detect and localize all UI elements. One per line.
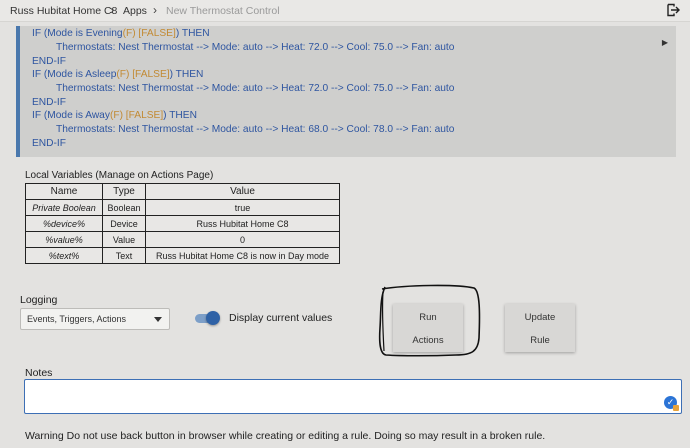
column-header-value: Value — [145, 183, 340, 200]
notes-textarea[interactable] — [24, 379, 682, 414]
variable-type: Boolean — [102, 199, 146, 216]
action-endif-line: END-IF — [32, 56, 66, 67]
run-actions-label-line2: Actions — [412, 335, 444, 346]
variable-type: Device — [102, 215, 146, 232]
action-if-line: IF (Mode is Evening(F) [FALSE]) THEN — [32, 28, 210, 39]
variable-value: 0 — [145, 231, 340, 248]
action-detail-line: Thermostats: Nest Thermostat --> Mode: a… — [56, 124, 455, 135]
variable-name: Private Boolean — [25, 199, 103, 216]
top-bar: Russ Hubitat Home C8 › Apps › New Thermo… — [0, 0, 690, 22]
update-rule-label-line2: Rule — [530, 335, 550, 346]
chevron-right-icon: › — [110, 3, 114, 17]
variable-value: Russ Hubitat Home C8 is now in Day mode — [145, 247, 340, 264]
variable-value: Russ Hubitat Home C8 — [145, 215, 340, 232]
display-current-values-toggle[interactable] — [195, 311, 220, 325]
variable-name: %text% — [25, 247, 103, 264]
display-current-values-label: Display current values — [229, 312, 333, 324]
column-header-type: Type — [102, 183, 146, 200]
notes-label: Notes — [25, 367, 53, 379]
variable-value: true — [145, 199, 340, 216]
table-header-row: Name Type Value — [25, 183, 340, 200]
local-variables-table: Name Type Value Private Boolean Boolean … — [25, 183, 340, 264]
breadcrumb-hub[interactable]: Russ Hubitat Home C8 — [10, 5, 117, 17]
action-detail-line: Thermostats: Nest Thermostat --> Mode: a… — [56, 42, 455, 53]
column-header-name: Name — [25, 183, 103, 200]
variable-name: %value% — [25, 231, 103, 248]
toggle-knob — [206, 311, 220, 325]
run-actions-label-line1: Run — [419, 312, 437, 323]
action-endif-line: END-IF — [32, 138, 66, 149]
warning-text: Do not use back button in browser while … — [66, 430, 546, 442]
local-variables-title: Local Variables (Manage on Actions Page) — [25, 170, 214, 181]
breadcrumb-current: New Thermostat Control — [166, 5, 280, 17]
table-row: Private Boolean Boolean true — [25, 199, 340, 216]
caret-down-icon — [154, 317, 162, 322]
action-if-line: IF (Mode is Away(F) [FALSE]) THEN — [32, 110, 197, 121]
expand-arrow-icon[interactable]: ▶ — [662, 38, 668, 47]
logging-selected-value: Events, Triggers, Actions — [27, 314, 127, 324]
logout-icon[interactable] — [666, 3, 680, 17]
action-detail-line: Thermostats: Nest Thermostat --> Mode: a… — [56, 83, 455, 94]
logging-select[interactable]: Events, Triggers, Actions — [20, 308, 170, 330]
warning-message: Warning Do not use back button in browse… — [25, 430, 545, 442]
chevron-right-icon: › — [153, 3, 157, 17]
update-rule-label-line1: Update — [524, 312, 556, 323]
table-row: %device% Device Russ Hubitat Home C8 — [25, 215, 340, 232]
action-endif-line: END-IF — [32, 97, 66, 108]
variable-type: Text — [102, 247, 146, 264]
grammar-badge-icon — [673, 405, 679, 411]
actions-code-block: IF (Mode is Evening(F) [FALSE]) THEN The… — [16, 26, 676, 157]
action-if-line: IF (Mode is Asleep(F) [FALSE]) THEN — [32, 69, 204, 80]
update-rule-button[interactable]: Update Rule — [505, 304, 575, 352]
breadcrumb-apps[interactable]: Apps — [123, 5, 147, 17]
warning-label: Warning — [25, 430, 64, 442]
run-actions-button[interactable]: Run Actions — [393, 304, 463, 352]
table-row: %text% Text Russ Hubitat Home C8 is now … — [25, 247, 340, 264]
logging-label: Logging — [20, 294, 58, 306]
variable-type: Value — [102, 231, 146, 248]
table-row: %value% Value 0 — [25, 231, 340, 248]
variable-name: %device% — [25, 215, 103, 232]
